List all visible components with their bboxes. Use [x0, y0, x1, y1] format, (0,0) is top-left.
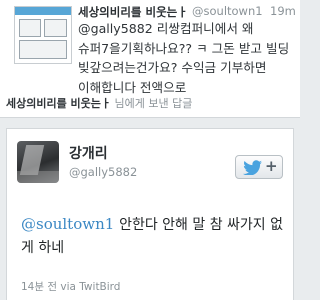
- replied-timestamp: 19m: [270, 4, 296, 18]
- replied-tweet-text: @gally5882 리쌍컴퍼니에서 왜 슈퍼7을기획하나요?? ㅋ 그돈 받고…: [78, 21, 290, 95]
- replied-handle[interactable]: @soultown1: [192, 4, 268, 18]
- main-tweet-card: 강개리 @gally5882 + @soultown1 안한다 안해 말 참 싸…: [6, 128, 294, 300]
- follow-button[interactable]: +: [235, 155, 283, 179]
- avatar[interactable]: [17, 141, 59, 183]
- reply-context-suffix: 님에게 보낸 답글: [114, 97, 193, 110]
- author-handle[interactable]: @gally5882: [69, 165, 137, 179]
- tweet-mention-link[interactable]: @soultown1: [21, 215, 114, 233]
- avatar-floor: [17, 171, 59, 183]
- thumbnail-header-bar: [15, 7, 71, 15]
- author-display-name[interactable]: 강개리: [69, 143, 108, 163]
- thumbnail-panel: [19, 19, 41, 37]
- twitter-bird-icon: [243, 160, 262, 175]
- tweet-text: @soultown1 안한다 안해 말 참 싸가지 없게 하네: [21, 213, 283, 259]
- plus-icon: +: [265, 157, 278, 175]
- thumbnail-panel: [44, 19, 67, 37]
- replied-display-name[interactable]: 세상의비리를 비웃는ㅏ: [78, 4, 188, 20]
- tweet-meta: 14분 전 via TwitBird: [21, 281, 121, 293]
- reply-context-line[interactable]: 세상의비리를 비웃는ㅏ 님에게 보낸 답글: [6, 95, 192, 111]
- replied-tweet-thumbnail[interactable]: [14, 6, 72, 64]
- thumbnail-panel: [19, 40, 67, 59]
- reply-context-name: 세상의비리를 비웃는ㅏ: [6, 97, 112, 110]
- replied-tweet-card[interactable]: 세상의비리를 비웃는ㅏ @soultown1 19m @gally5882 리쌍…: [0, 0, 300, 118]
